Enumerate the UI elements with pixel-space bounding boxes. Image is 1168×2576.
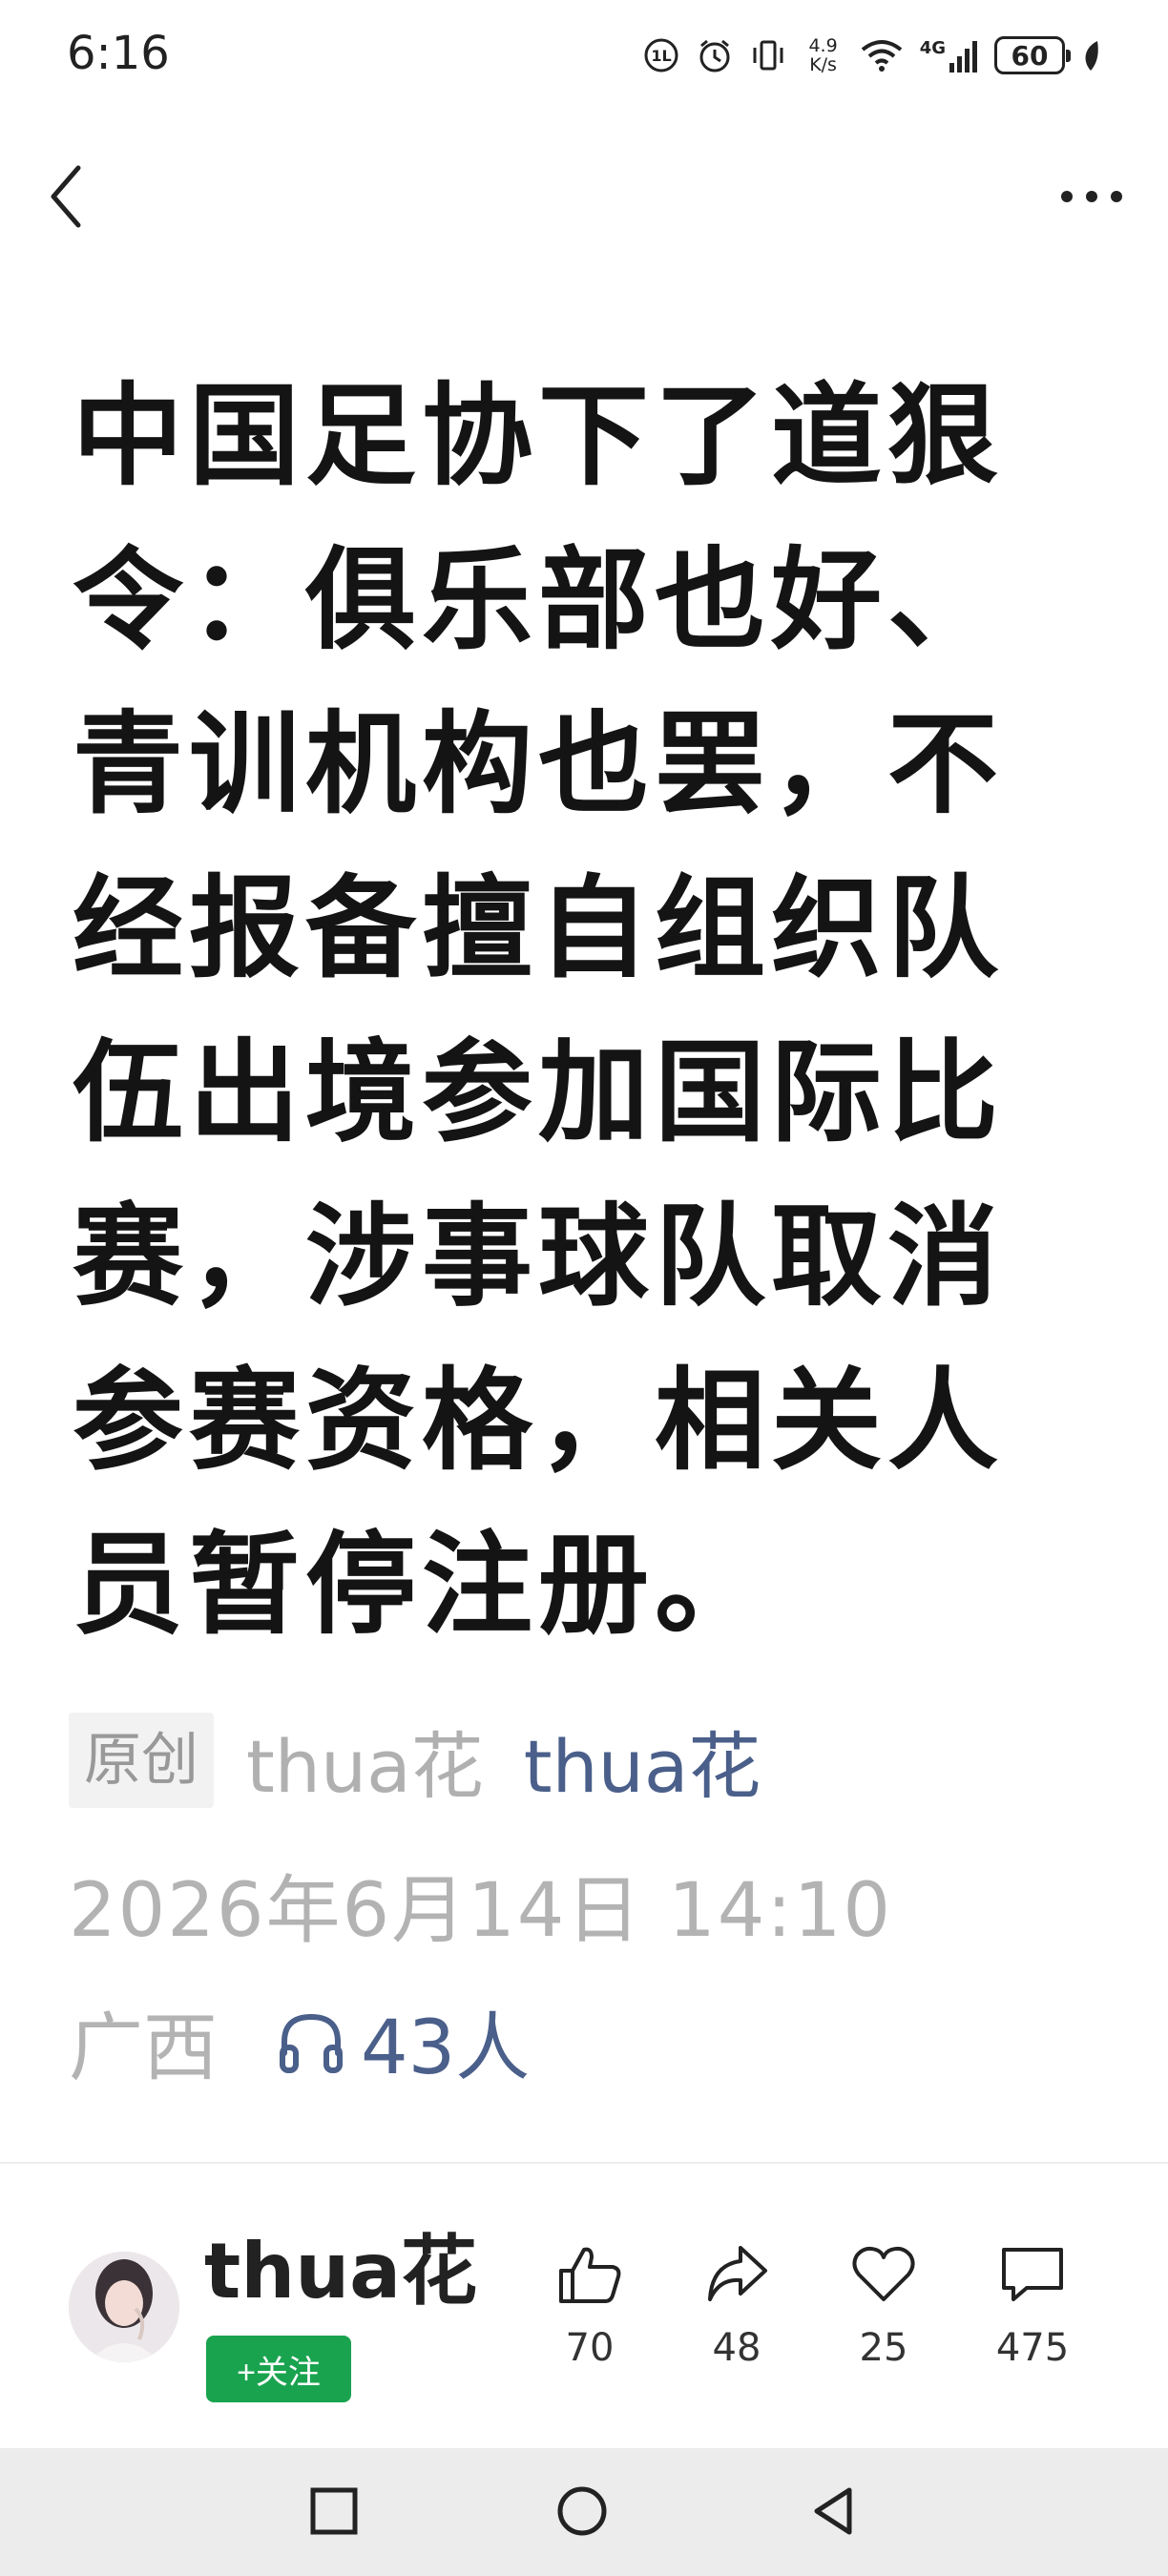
- thumbs-up-icon: [559, 2247, 621, 2303]
- back-nav-icon[interactable]: [807, 2484, 861, 2538]
- article-meta: 原创 thua花 thua花: [69, 1708, 761, 1813]
- battery-level: 60: [1011, 39, 1049, 72]
- like-action[interactable]: 70: [532, 2240, 647, 2370]
- location: 广西: [69, 2005, 219, 2091]
- avatar-image: [69, 2252, 179, 2362]
- more-horizontal-icon: [1061, 191, 1122, 202]
- heart-icon: [852, 2246, 915, 2301]
- system-nav-bar: [0, 2448, 1168, 2576]
- status-icons: 1L 4.9 K/s 4G 60: [642, 29, 1101, 82]
- vibrate-icon: [753, 40, 783, 71]
- headphones-icon[interactable]: [275, 2005, 347, 2078]
- leaf-icon: [1085, 41, 1098, 71]
- svg-text:1L: 1L: [652, 47, 672, 65]
- cellular-signal: 4G: [920, 38, 979, 73]
- original-badge: 原创: [69, 1713, 214, 1808]
- like-count: 70: [565, 2326, 615, 2370]
- article-source: thua花: [246, 1724, 484, 1809]
- follow-button[interactable]: +关注: [206, 2336, 351, 2402]
- share-action[interactable]: 48: [679, 2240, 794, 2370]
- comment-icon: [1002, 2248, 1063, 2301]
- comment-action[interactable]: 475: [975, 2240, 1090, 2370]
- avatar[interactable]: [69, 2252, 179, 2362]
- status-time: 6:16: [67, 27, 170, 80]
- network-type: 4G: [919, 38, 946, 58]
- more-button[interactable]: [1053, 172, 1130, 219]
- favorite-action[interactable]: 25: [826, 2240, 941, 2370]
- chevron-left-icon: [51, 165, 81, 228]
- recent-apps-icon[interactable]: [307, 2484, 361, 2538]
- hd-call-icon: 1L: [644, 38, 678, 73]
- author-link[interactable]: thua花: [524, 1708, 761, 1813]
- home-icon[interactable]: [555, 2484, 609, 2538]
- wifi-icon: [861, 40, 902, 72]
- comment-count: 475: [995, 2326, 1070, 2370]
- net-speed-value: 4.9: [808, 35, 838, 56]
- author-name[interactable]: thua花: [204, 2210, 477, 2320]
- favorite-count: 25: [859, 2326, 908, 2370]
- location-row: 广西 43人: [69, 1994, 530, 2091]
- back-button[interactable]: [40, 160, 97, 237]
- share-icon: [708, 2246, 767, 2301]
- battery-indicator: 60: [994, 36, 1071, 74]
- share-count: 48: [712, 2326, 761, 2370]
- article-page: 6:16 1L 4.9 K/s 4G 60 中国足协下了道狠令：俱乐部也好、青训…: [0, 0, 1168, 2576]
- net-speed-unit: K/s: [809, 54, 837, 75]
- author-action-bar: thua花 +关注 70 48 25 475: [0, 2164, 1168, 2448]
- status-bar: 6:16 1L 4.9 K/s 4G 60: [0, 0, 1168, 114]
- article-title: 中国足协下了道狠令：俱乐部也好、青训机构也罢，不经报备擅自组织队伍出境参加国际比…: [73, 372, 1004, 1650]
- net-speed: 4.9 K/s: [808, 36, 837, 74]
- signal-bars-icon: [949, 41, 977, 73]
- alarm-icon: [699, 39, 730, 73]
- publish-date: 2026年6月14日 14:10: [69, 1868, 892, 1954]
- listen-count[interactable]: 43人: [361, 1988, 530, 2095]
